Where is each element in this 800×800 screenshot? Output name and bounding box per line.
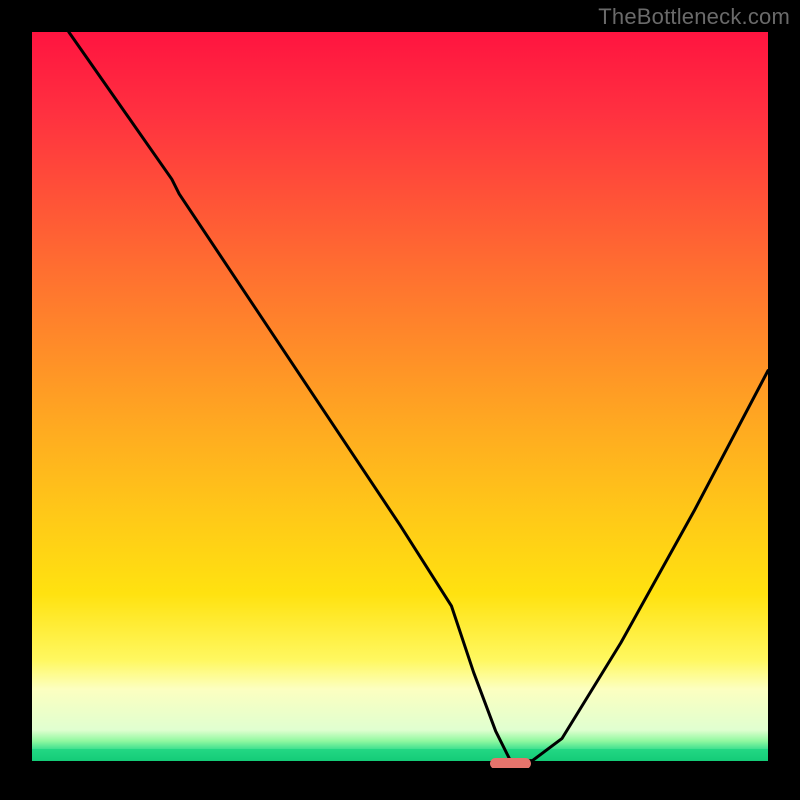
bottleneck-curve	[32, 32, 768, 768]
plot-area	[32, 32, 768, 768]
curve-path	[32, 32, 768, 761]
watermark-text: TheBottleneck.com	[598, 4, 790, 30]
chart-frame: TheBottleneck.com	[0, 0, 800, 800]
optimal-point-marker	[490, 758, 530, 768]
